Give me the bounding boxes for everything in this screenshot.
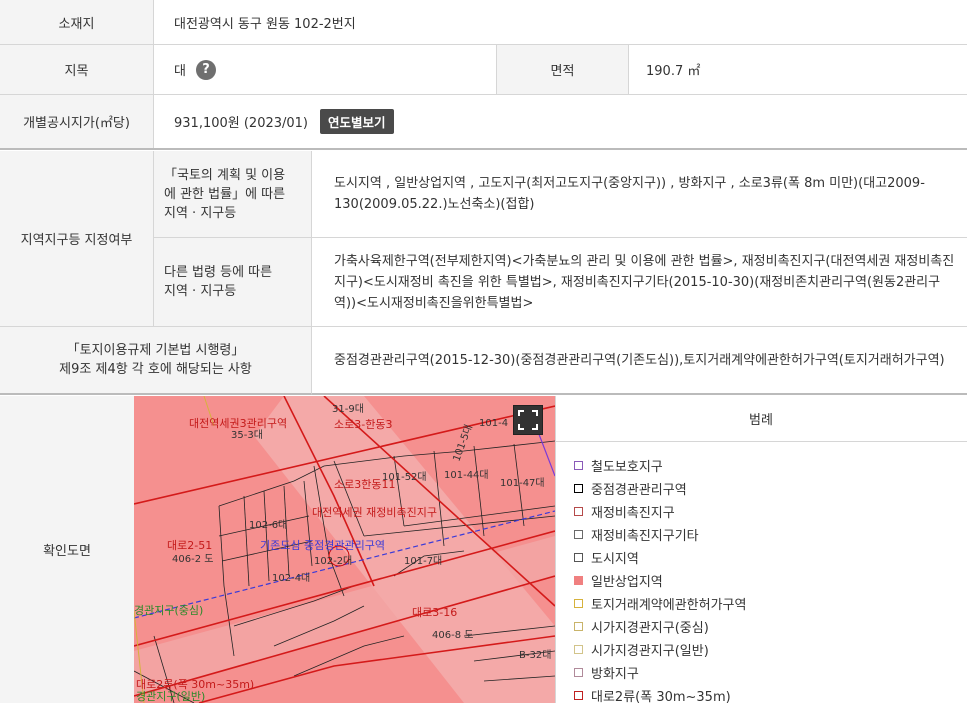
legend-item: 철도보호지구 [574, 454, 746, 477]
price-row: 개별공시지가(㎡당) 931,100원 (2023/01) 연도별보기 [0, 95, 967, 150]
legend-swatch-icon [574, 530, 583, 539]
legend-swatch-icon [574, 507, 583, 516]
legend-swatch-icon [574, 461, 583, 470]
price-label: 개별공시지가(㎡당) [0, 95, 154, 148]
map-label: 확인도면 [0, 396, 134, 703]
legend-list: 철도보호지구중점경관관리구역재정비촉진지구재정비촉진지구기타도시지역일반상업지역… [574, 454, 746, 707]
legend-item-label: 대로2류(폭 30m~35m) [591, 690, 731, 705]
location-label: 소재지 [0, 0, 154, 44]
legend-swatch-icon [574, 553, 583, 562]
expand-icon-glyph [518, 410, 538, 430]
legend-item-label: 도시지역 [591, 552, 639, 567]
help-icon[interactable]: ? [195, 59, 216, 80]
legend-item: 시가지경관지구(일반) [574, 638, 746, 661]
map-label-2: 35-3대 [231, 429, 263, 441]
national-law-value: 도시지역 , 일반상업지역 , 고도지구(최저고도지구(중앙지구)) , 방화지… [312, 151, 967, 238]
map-label-13: 대로2-51 [167, 539, 212, 552]
location-row: 소재지 대전광역시 동구 원동 102-2번지 [0, 0, 967, 45]
map-label-3: 31-9대 [332, 403, 364, 415]
map-label-4: 소로3-한동3 [334, 418, 392, 431]
map-label-16: 102-4대 [272, 572, 310, 584]
legend-item-label: 철도보호지구 [591, 460, 663, 475]
other-law-label: 다른 법령 등에 따른 지역 · 지구등 [154, 238, 312, 327]
map-label-12: 102-6대 [249, 519, 287, 531]
legend-item-label: 방화지구 [591, 667, 639, 682]
legend-swatch-icon [574, 484, 583, 493]
legend-item: 시가지경관지구(중심) [574, 615, 746, 638]
cadastral-map[interactable]: 대전역세권3관리구역 35-3대 31-9대 소로3-한동3 101-4 101… [134, 396, 555, 703]
legend-item-label: 중점경관관리구역 [591, 483, 687, 498]
yearly-view-button[interactable]: 연도별보기 [320, 109, 394, 134]
legend-item-label: 토지거래계약에관한허가구역 [591, 598, 747, 613]
legend-swatch-icon [574, 599, 583, 608]
regulation-value: 중점경관관리구역(2015-12-30)(중점경관관리구역(기존도심)),토지거… [312, 327, 967, 395]
map-label-11: 대전역세권 재정비촉진지구 [312, 506, 437, 519]
map-label-8: 101-47대 [500, 477, 545, 489]
map-label-18: 101-7대 [404, 555, 442, 567]
map-label-23: 경관지구(일반) [136, 689, 205, 703]
category-row: 지목 대 ? 면적 190.7 ㎡ [0, 45, 967, 95]
map-label-24: B-32대 [519, 649, 551, 661]
legend-swatch-icon [574, 668, 583, 677]
legend-item: 일반상업지역 [574, 569, 746, 592]
legend-item-label: 시가지경관지구(중심) [591, 621, 709, 636]
zoning-label: 지역지구등 지정여부 [0, 151, 154, 327]
map-label-19: 경관지구(중심) [134, 604, 203, 617]
map-label-14: 406-2 도 [172, 554, 213, 565]
legend-item-label: 시가지경관지구(일반) [591, 644, 709, 659]
map-label-1: 대전역세권3관리구역 [189, 417, 287, 430]
map-label-21: 406-8 도 [432, 630, 473, 641]
legend-swatch-icon [574, 645, 583, 654]
legend-item-label: 재정비촉진지구기타 [591, 529, 699, 544]
category-label: 지목 [0, 45, 154, 94]
legend-swatch-icon [574, 691, 583, 700]
legend-item: 재정비촉진지구 [574, 500, 746, 523]
map-label-17: 102-2대 [314, 555, 352, 567]
legend-item: 재정비촉진지구기타 [574, 523, 746, 546]
land-use-plan-page: 소재지 대전광역시 동구 원동 102-2번지 지목 대 ? 면적 190.7 … [0, 0, 967, 705]
legend-item: 도시지역 [574, 546, 746, 569]
map-drawing: 대전역세권3관리구역 35-3대 31-9대 소로3-한동3 101-4 101… [134, 396, 555, 703]
area-label: 면적 [496, 45, 629, 94]
legend-item: 중점경관관리구역 [574, 477, 746, 500]
map-label-20: 대로3-16 [412, 606, 457, 619]
legend-swatch-icon [574, 622, 583, 631]
legend-item-label: 일반상업지역 [591, 575, 663, 590]
map-expand-icon[interactable] [513, 405, 543, 435]
national-law-label: 「국토의 계획 및 이용 에 관한 법률」에 따른 지역 · 지구등 [154, 151, 312, 238]
legend-title: 범례 [555, 396, 967, 442]
legend-item: 방화지구 [574, 661, 746, 684]
map-label-5: 101-4 [479, 418, 508, 429]
category-cell: 대 ? [154, 45, 496, 94]
category-value: 대 [174, 64, 186, 79]
price-cell: 931,100원 (2023/01) 연도별보기 [154, 95, 967, 148]
legend-swatch-icon [574, 576, 583, 585]
other-law-value: 가축사육제한구역(전부제한지역)<가축분뇨의 관리 및 이용에 관한 법률>, … [312, 238, 967, 327]
legend-item: 대로2류(폭 30m~35m) [574, 684, 746, 707]
price-value: 931,100원 (2023/01) [174, 116, 309, 131]
map-label-15: 기존도심 중점경관관리구역 [260, 539, 385, 552]
area-value: 190.7 ㎡ [646, 64, 701, 79]
regulation-label: 「토지이용규제 기본법 시행령」 제9조 제4항 각 호에 해당되는 사항 [0, 327, 312, 395]
map-label-7: 101-44대 [444, 469, 489, 481]
location-value: 대전광역시 동구 원동 102-2번지 [174, 16, 356, 32]
legend-item: 토지거래계약에관한허가구역 [574, 592, 746, 615]
legend-item-label: 재정비촉진지구 [591, 506, 675, 521]
map-label-10: 101-52대 [382, 471, 427, 483]
